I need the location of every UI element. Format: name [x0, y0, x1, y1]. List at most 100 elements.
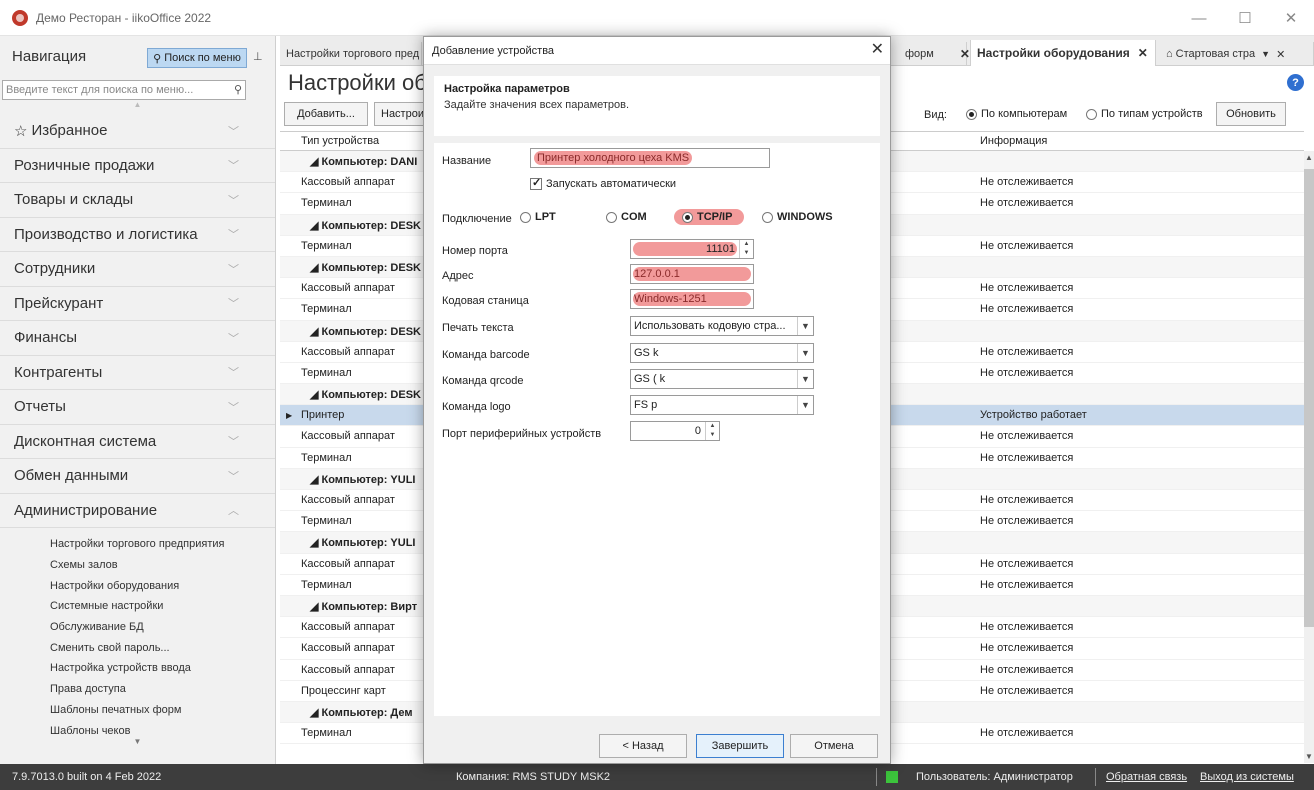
nav-sub-item[interactable]: Настройки оборудования — [0, 575, 275, 596]
cancel-button[interactable]: Отмена — [790, 734, 878, 758]
chevron-down-icon[interactable]: ▼ — [797, 317, 813, 335]
help-icon[interactable]: ? — [1287, 74, 1304, 91]
barcode-value: GS k — [634, 347, 659, 359]
finish-button[interactable]: Завершить — [696, 734, 784, 758]
nav-sub-item[interactable]: Настройка устройств ввода — [0, 658, 275, 679]
nav-group-item[interactable]: Обмен данными ﹀ — [0, 459, 275, 494]
chevron-down-icon[interactable]: ▼ — [797, 396, 813, 414]
qrcode-select[interactable]: GS ( k ▼ — [630, 369, 814, 389]
tab-list-dropdown-icon[interactable]: ▼ — [1261, 49, 1270, 59]
nav-group-label: Обмен данными — [14, 467, 129, 485]
autostart-checkbox[interactable]: Запускать автоматически — [530, 176, 676, 190]
chevron-down-icon[interactable]: ▼ — [797, 344, 813, 362]
add-device-button[interactable]: Добавить... — [284, 102, 368, 126]
minimize-button[interactable]: — — [1176, 0, 1222, 36]
nav-group-item[interactable]: Дисконтная система ﹀ — [0, 425, 275, 459]
column-header-info[interactable]: Информация — [980, 135, 1047, 147]
menu-search-button-label: Поиск по меню — [164, 52, 241, 64]
menu-search-button[interactable]: ⚲ Поиск по меню — [147, 48, 247, 68]
tab-equipment-settings[interactable]: Настройки оборудования ✕ — [970, 40, 1156, 66]
page-title: Настройки об — [288, 70, 427, 95]
chevron-icon: ﹀ — [228, 229, 239, 242]
nav-group-item[interactable]: Розничные продажи ﹀ — [0, 149, 275, 183]
barcode-select[interactable]: GS k ▼ — [630, 343, 814, 363]
nav-sub-item[interactable]: Шаблоны печатных форм — [0, 700, 275, 721]
close-tab-icon[interactable]: ✕ — [960, 47, 970, 61]
nav-group-item[interactable]: Прейскурант ﹀ — [0, 287, 275, 321]
chevron-icon: ﹀ — [228, 298, 239, 311]
peripheral-port-field[interactable]: 0 ▲ ▼ — [630, 421, 720, 441]
print-text-label: Печать текста — [442, 322, 514, 334]
cell-info: Не отслеживается — [980, 515, 1074, 528]
radio-unchecked-icon — [1086, 108, 1097, 120]
grid-scrollbar[interactable]: ▲ ▼ — [1304, 151, 1314, 763]
connection-label: Подключение — [442, 213, 512, 225]
refresh-button[interactable]: Обновить — [1216, 102, 1286, 126]
cell-device-type: Терминал — [301, 578, 352, 591]
radio-checked-icon — [682, 211, 693, 223]
codepage-field[interactable]: Windows-1251 — [630, 289, 754, 309]
address-field[interactable]: 127.0.0.1 — [630, 264, 754, 284]
pin-icon[interactable]: ⊥ — [253, 50, 263, 63]
conn-lpt-radio[interactable]: LPT — [520, 211, 556, 223]
search-icon[interactable]: ⚲ — [234, 83, 242, 96]
view-by-type-radio[interactable]: По типам устройств — [1086, 108, 1203, 120]
close-tab-icon[interactable]: ✕ — [1276, 48, 1285, 61]
nav-sub-item[interactable]: Системные настройки — [0, 596, 275, 617]
nav-group-item[interactable]: Товары и склады ﹀ — [0, 183, 275, 218]
nav-sub-item[interactable]: Настройки торгового предприятия — [0, 534, 275, 555]
nav-group-item[interactable]: Сотрудники ﹀ — [0, 252, 275, 287]
nav-sub-item[interactable]: Схемы залов — [0, 555, 275, 576]
maximize-button[interactable]: ☐ — [1222, 0, 1268, 36]
cell-info: Не отслеживается — [980, 578, 1074, 591]
nav-group-item[interactable]: Производство и логистика ﹀ — [0, 218, 275, 252]
scroll-up-icon[interactable]: ▲ — [1304, 153, 1314, 162]
close-tab-icon[interactable]: ✕ — [1138, 46, 1148, 60]
chevron-icon: ﹀ — [228, 332, 239, 345]
nav-sub-item[interactable]: Обслуживание БД — [0, 617, 275, 638]
tab-print-forms[interactable]: форм ✕ — [891, 42, 970, 66]
port-label: Номер порта — [442, 245, 508, 257]
logo-select[interactable]: FS p ▼ — [630, 395, 814, 415]
name-field[interactable]: Принтер холодного цеха KMS — [530, 148, 770, 168]
version-text: 7.9.7013.0 built on 4 Feb 2022 — [12, 771, 162, 783]
nav-group-item[interactable]: ☆ Избранное ﹀ — [0, 114, 275, 149]
nav-group-item[interactable]: Контрагенты ﹀ — [0, 356, 275, 390]
conn-com-radio[interactable]: COM — [606, 211, 647, 223]
nav-sub-item[interactable]: Сменить свой пароль... — [0, 637, 275, 658]
user-text: Пользователь: Администратор — [916, 771, 1073, 783]
print-text-select[interactable]: Использовать кодовую стра... ▼ — [630, 316, 814, 336]
chevron-down-icon[interactable]: ▼ — [797, 370, 813, 388]
nav-group-item[interactable]: Администрирование ︿ — [0, 494, 275, 528]
conn-windows-radio[interactable]: WINDOWS — [762, 211, 833, 223]
tab-enterprise-settings[interactable]: Настройки торгового пред — [280, 42, 422, 66]
port-field[interactable]: 11101 ▲ ▼ — [630, 239, 754, 259]
conn-windows-label: WINDOWS — [777, 211, 833, 223]
peripheral-port-spinner[interactable]: ▲ ▼ — [705, 422, 719, 440]
nav-group-item[interactable]: Финансы ﹀ — [0, 321, 275, 356]
logout-link[interactable]: Выход из системы — [1200, 771, 1294, 783]
close-dialog-icon[interactable]: ✕ — [871, 39, 884, 59]
column-header-type[interactable]: Тип устройства — [301, 135, 379, 147]
view-by-computer-radio[interactable]: По компьютерам — [966, 108, 1067, 120]
nav-sub-item[interactable]: Права доступа — [0, 679, 275, 700]
feedback-link[interactable]: Обратная связь — [1106, 771, 1187, 783]
name-label: Название — [442, 155, 492, 167]
cell-device-type: Кассовый аппарат — [301, 621, 395, 634]
nav-group-item[interactable]: Отчеты ﹀ — [0, 390, 275, 425]
cell-info: Не отслеживается — [980, 430, 1074, 443]
cell-info: Не отслеживается — [980, 494, 1074, 506]
nav-search-input[interactable]: Введите текст для поиска по меню... ⚲ — [2, 80, 246, 100]
back-button[interactable]: < Назад — [599, 734, 687, 758]
logo-value: FS p — [634, 399, 658, 411]
port-spinner[interactable]: ▲ ▼ — [739, 240, 753, 258]
tab-start-page[interactable]: ⌂ Стартовая стра ▼ ✕ — [1160, 42, 1314, 66]
admin-submenu: Настройки торгового предприятия Схемы зал… — [0, 528, 275, 741]
cell-info: Не отслеживается — [980, 451, 1074, 464]
scroll-down-icon[interactable]: ▼ — [1304, 752, 1314, 761]
close-window-button[interactable]: ✕ — [1268, 0, 1314, 36]
scroll-up-icon[interactable]: ▲ — [0, 100, 275, 114]
scroll-down-icon[interactable]: ▼ — [0, 737, 275, 746]
scrollbar-thumb[interactable] — [1304, 169, 1314, 627]
conn-tcp-radio[interactable]: TCP/IP — [674, 209, 745, 225]
